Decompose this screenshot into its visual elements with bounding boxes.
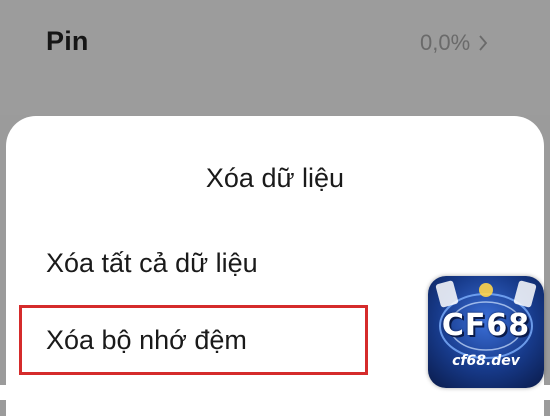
chevron-right-icon — [479, 35, 488, 51]
watermark-logo: CF68 cf68.dev — [428, 276, 544, 388]
clear-cache-highlight-box — [19, 305, 368, 375]
watermark-brand: CF68 — [441, 308, 531, 343]
battery-row-value-group: 0,0% — [420, 30, 488, 56]
battery-row-title: Pin — [46, 26, 89, 56]
watermark-site: cf68.dev — [452, 353, 520, 369]
battery-row[interactable]: Pin 0,0% — [0, 0, 550, 115]
battery-row-value: 0,0% — [420, 30, 471, 55]
clear-all-data-option[interactable]: Xóa tất cả dữ liệu — [46, 248, 258, 279]
sheet-title: Xóa dữ liệu — [205, 163, 345, 193]
